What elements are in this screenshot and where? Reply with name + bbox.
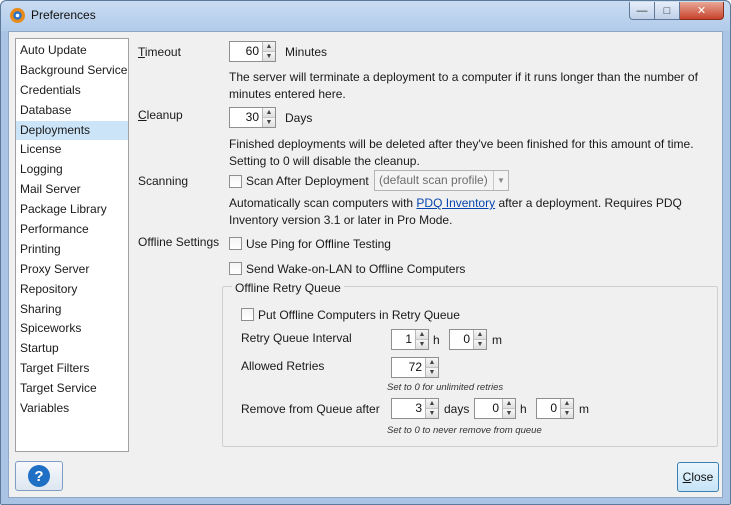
remove-days-value[interactable]: 3 — [392, 399, 425, 418]
timeout-spinner[interactable]: 60 ▲ ▼ — [229, 41, 276, 62]
offline-settings-label: Offline Settings — [138, 235, 220, 249]
allowed-retries-value[interactable]: 72 — [392, 358, 425, 377]
remove-days-spinner[interactable]: 3 ▲ ▼ — [391, 398, 439, 419]
timeout-label: Timeout — [138, 45, 181, 59]
timeout-up-icon[interactable]: ▲ — [263, 42, 275, 52]
window-title: Preferences — [31, 8, 96, 22]
svg-text:?: ? — [34, 468, 43, 485]
cleanup-up-icon[interactable]: ▲ — [263, 108, 275, 118]
scanning-description: Automatically scan computers with PDQ In… — [229, 196, 682, 227]
close-icon: ✕ — [696, 5, 707, 17]
deployments-panel: Timeout 60 ▲ ▼ Minutes The server will t… — [9, 32, 724, 499]
offline-retry-queue-title: Offline Retry Queue — [232, 281, 344, 295]
minimize-icon: — — [636, 4, 648, 17]
title-bar: Preferences — □ ✕ — [1, 1, 730, 31]
remove-minutes-spinner[interactable]: 0 ▲ ▼ — [536, 398, 574, 419]
remove-hours-spinner[interactable]: 0 ▲ ▼ — [474, 398, 516, 419]
cleanup-unit: Days — [285, 111, 313, 125]
retry-interval-minutes-spinner[interactable]: 0 ▲ ▼ — [449, 329, 487, 350]
remove-after-hint: Set to 0 to never remove from queue — [387, 425, 542, 436]
allowed-retries-label: Allowed Retries — [241, 359, 325, 373]
retry-hours-up-icon[interactable]: ▲ — [416, 330, 428, 340]
help-icon: ? — [28, 465, 50, 487]
remove-hours-down-icon[interactable]: ▼ — [503, 409, 515, 418]
remove-minutes-value[interactable]: 0 — [537, 399, 560, 418]
dialog-client-area: Auto Update Background Service Credentials… — [8, 31, 723, 498]
retry-minutes-down-icon[interactable]: ▼ — [474, 340, 486, 349]
retry-interval-hours-unit: h — [433, 333, 440, 347]
window-close-button[interactable]: ✕ — [680, 2, 724, 20]
scan-after-deployment-checkbox[interactable] — [229, 175, 242, 188]
retry-interval-hours-value[interactable]: 1 — [392, 330, 415, 349]
cleanup-spinner[interactable]: 30 ▲ ▼ — [229, 107, 276, 128]
remove-hours-unit: h — [520, 402, 527, 416]
remove-days-down-icon[interactable]: ▼ — [426, 409, 438, 418]
wake-on-lan-checkbox[interactable] — [229, 262, 242, 275]
chevron-down-icon: ▼ — [493, 171, 508, 190]
scan-profile-dropdown[interactable]: (default scan profile) ▼ — [374, 170, 509, 191]
use-ping-checkbox[interactable] — [229, 237, 242, 250]
remove-after-label: Remove from Queue after — [241, 402, 380, 416]
timeout-unit: Minutes — [285, 45, 328, 59]
remove-minutes-up-icon[interactable]: ▲ — [561, 399, 573, 409]
minimize-button[interactable]: — — [629, 2, 655, 20]
remove-days-unit: days — [444, 402, 470, 416]
allowed-retries-hint: Set to 0 for unlimited retries — [387, 382, 504, 393]
use-ping-label[interactable]: Use Ping for Offline Testing — [246, 237, 391, 251]
cleanup-value[interactable]: 30 — [230, 108, 262, 127]
pdq-inventory-link[interactable]: PDQ Inventory — [416, 196, 495, 210]
app-icon — [10, 8, 25, 23]
retry-minutes-up-icon[interactable]: ▲ — [474, 330, 486, 340]
timeout-description: The server will terminate a deployment t… — [229, 70, 698, 101]
maximize-button[interactable]: □ — [655, 2, 680, 20]
remove-days-up-icon[interactable]: ▲ — [426, 399, 438, 409]
retry-interval-label: Retry Queue Interval — [241, 331, 352, 345]
scanning-label: Scanning — [138, 174, 189, 188]
remove-hours-value[interactable]: 0 — [475, 399, 502, 418]
maximize-icon: □ — [663, 4, 671, 17]
scan-after-deployment-label[interactable]: Scan After Deployment — [246, 174, 369, 188]
retry-interval-hours-spinner[interactable]: 1 ▲ ▼ — [391, 329, 429, 350]
cleanup-description: Finished deployments will be deleted aft… — [229, 137, 694, 168]
remove-minutes-unit: m — [579, 402, 589, 416]
remove-minutes-down-icon[interactable]: ▼ — [561, 409, 573, 418]
cleanup-label: Cleanup — [138, 108, 183, 122]
remove-hours-up-icon[interactable]: ▲ — [503, 399, 515, 409]
timeout-down-icon[interactable]: ▼ — [263, 52, 275, 61]
put-in-retry-queue-checkbox[interactable] — [241, 308, 254, 321]
caption-buttons: — □ ✕ — [629, 2, 724, 20]
allowed-retries-up-icon[interactable]: ▲ — [426, 358, 438, 368]
cleanup-down-icon[interactable]: ▼ — [263, 118, 275, 127]
preferences-window: Preferences — □ ✕ Auto Update Background … — [0, 0, 731, 505]
retry-hours-down-icon[interactable]: ▼ — [416, 340, 428, 349]
close-button[interactable]: Close — [677, 462, 719, 492]
wake-on-lan-label[interactable]: Send Wake-on-LAN to Offline Computers — [246, 262, 465, 276]
timeout-value[interactable]: 60 — [230, 42, 262, 61]
scan-profile-value: (default scan profile) — [379, 173, 488, 187]
help-button[interactable]: ? — [15, 461, 63, 491]
retry-interval-minutes-unit: m — [492, 333, 502, 347]
put-in-retry-queue-label[interactable]: Put Offline Computers in Retry Queue — [258, 308, 460, 322]
allowed-retries-down-icon[interactable]: ▼ — [426, 368, 438, 377]
allowed-retries-spinner[interactable]: 72 ▲ ▼ — [391, 357, 439, 378]
retry-interval-minutes-value[interactable]: 0 — [450, 330, 473, 349]
